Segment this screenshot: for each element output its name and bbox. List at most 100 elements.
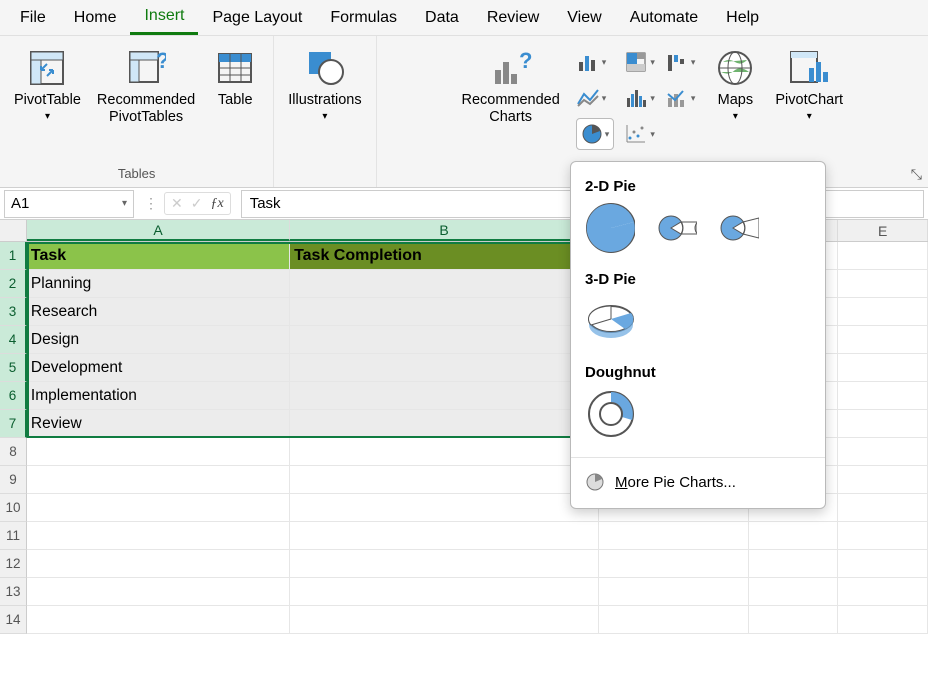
cell[interactable] [838, 382, 928, 410]
waterfall-chart-button[interactable]: ▾ [665, 46, 696, 78]
row-header[interactable]: 10 [0, 494, 27, 522]
menu-home[interactable]: Home [60, 0, 131, 35]
pivottable-button[interactable]: PivotTable ▾ [8, 42, 87, 126]
statistic-chart-button[interactable]: ▾ [624, 82, 655, 114]
cell[interactable] [290, 606, 599, 634]
cell[interactable] [749, 522, 839, 550]
combo-chart-button[interactable]: ▾ [665, 82, 696, 114]
cell[interactable] [838, 298, 928, 326]
col-header-a[interactable]: A [27, 220, 290, 241]
col-header-b[interactable]: B [290, 220, 599, 241]
cell[interactable] [290, 578, 599, 606]
chevron-down-icon[interactable]: ▾ [122, 198, 127, 209]
cell[interactable] [838, 242, 928, 270]
cell[interactable] [290, 438, 599, 466]
recommended-pivottables-button[interactable]: ? RecommendedPivotTables [91, 42, 201, 129]
pie-3d-option[interactable] [585, 296, 635, 346]
menu-data[interactable]: Data [411, 0, 473, 35]
cell[interactable] [749, 606, 839, 634]
menu-view[interactable]: View [553, 0, 615, 35]
cell[interactable] [838, 410, 928, 438]
row-header[interactable]: 12 [0, 550, 27, 578]
cell[interactable] [599, 578, 749, 606]
cell[interactable] [27, 550, 290, 578]
cell[interactable] [838, 326, 928, 354]
select-all-corner[interactable] [0, 220, 27, 241]
hierarchy-chart-button[interactable]: ▾ [624, 46, 655, 78]
pie-of-pie-option[interactable] [657, 208, 697, 248]
more-icon[interactable]: ⋮ [144, 195, 158, 212]
row-header[interactable]: 6 [0, 382, 27, 410]
enter-icon[interactable]: ✓ [191, 195, 203, 212]
cell-b7[interactable] [290, 410, 599, 438]
cell[interactable] [27, 494, 290, 522]
cell[interactable] [838, 606, 928, 634]
row-header[interactable]: 5 [0, 354, 27, 382]
cell[interactable] [27, 438, 290, 466]
cell[interactable] [27, 578, 290, 606]
row-header[interactable]: 2 [0, 270, 27, 298]
cell[interactable] [838, 354, 928, 382]
menu-help[interactable]: Help [712, 0, 773, 35]
menu-pagelayout[interactable]: Page Layout [198, 0, 316, 35]
maps-button[interactable]: Maps ▾ [705, 42, 765, 126]
cell[interactable] [838, 494, 928, 522]
row-header[interactable]: 9 [0, 466, 27, 494]
pie-chart-button[interactable]: ▾ [576, 118, 615, 150]
table-button[interactable]: Table [205, 42, 265, 113]
cell-b4[interactable] [290, 326, 599, 354]
recommended-charts-button[interactable]: ? RecommendedCharts [455, 42, 565, 129]
cell[interactable] [599, 606, 749, 634]
cell[interactable] [838, 466, 928, 494]
cell[interactable] [838, 578, 928, 606]
cell[interactable] [838, 550, 928, 578]
pie-2d-option[interactable] [585, 203, 635, 253]
cell-a3[interactable]: Research [27, 298, 290, 326]
cell[interactable] [838, 438, 928, 466]
cell-a5[interactable]: Development [27, 354, 290, 382]
row-header[interactable]: 1 [0, 242, 27, 270]
cell[interactable] [290, 494, 599, 522]
pivotchart-button[interactable]: PivotChart ▾ [769, 42, 849, 126]
cell-a7[interactable]: Review [27, 410, 290, 438]
cell[interactable] [838, 270, 928, 298]
row-header[interactable]: 11 [0, 522, 27, 550]
cell-b2[interactable] [290, 270, 599, 298]
cell-b3[interactable] [290, 298, 599, 326]
col-header-e[interactable]: E [838, 220, 928, 241]
row-header[interactable]: 8 [0, 438, 27, 466]
row-header[interactable]: 13 [0, 578, 27, 606]
cell-b6[interactable] [290, 382, 599, 410]
cell[interactable] [290, 550, 599, 578]
cell[interactable] [290, 522, 599, 550]
scatter-chart-button[interactable]: ▾ [624, 118, 655, 150]
bar-of-pie-option[interactable] [719, 208, 759, 248]
cell-a1[interactable]: Task [27, 242, 290, 270]
cell[interactable] [290, 466, 599, 494]
doughnut-option[interactable] [585, 389, 635, 439]
menu-file[interactable]: File [6, 0, 60, 35]
cancel-icon[interactable]: ✕ [171, 195, 183, 212]
cell[interactable] [749, 578, 839, 606]
cell-a2[interactable]: Planning [27, 270, 290, 298]
column-chart-button[interactable]: ▾ [576, 46, 615, 78]
row-header[interactable]: 14 [0, 606, 27, 634]
cell-b5[interactable] [290, 354, 599, 382]
cell-a4[interactable]: Design [27, 326, 290, 354]
cell[interactable] [599, 522, 749, 550]
menu-review[interactable]: Review [473, 0, 553, 35]
menu-formulas[interactable]: Formulas [316, 0, 411, 35]
row-header[interactable]: 3 [0, 298, 27, 326]
cell[interactable] [27, 522, 290, 550]
more-pie-charts-button[interactable]: More Pie Charts... [585, 464, 811, 500]
name-box[interactable]: A1 ▾ [4, 190, 134, 218]
cell[interactable] [838, 522, 928, 550]
cell[interactable] [749, 550, 839, 578]
cell-a6[interactable]: Implementation [27, 382, 290, 410]
cell-b1[interactable]: Task Completion [290, 242, 599, 270]
line-chart-button[interactable]: ▾ [576, 82, 615, 114]
ribbon-expand-icon[interactable]: ⤡ [911, 166, 922, 183]
menu-insert[interactable]: Insert [130, 0, 198, 35]
illustrations-button[interactable]: Illustrations ▾ [282, 42, 367, 126]
cell[interactable] [599, 550, 749, 578]
